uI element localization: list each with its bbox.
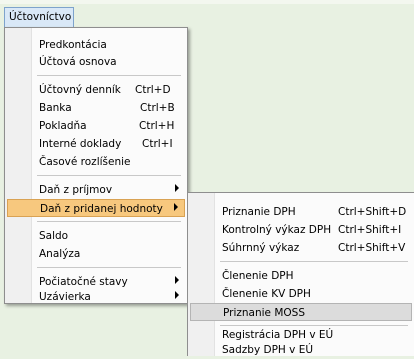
submenu-item-sadzby-dph-v-eu[interactable]: Sadzby DPH v EÚ — [190, 341, 412, 359]
menu-item-shortcut: Ctrl+Shift+I — [338, 224, 402, 236]
menu-item-pokladna[interactable]: Pokladňa Ctrl+H — [7, 117, 185, 135]
menu-item-label: Časové rozlíšenie — [39, 156, 131, 168]
submenu-item-priznanie-dph[interactable]: Priznanie DPH Ctrl+Shift+D — [190, 203, 412, 221]
menu-item-label: Pokladňa — [39, 120, 87, 132]
menu-item-uctovny-dennik[interactable]: Účtovný denník Ctrl+D — [7, 81, 185, 99]
submenu-item-clenenie-kv-dph[interactable]: Členenie KV DPH — [190, 285, 412, 303]
menu-item-casove-rozlisenie[interactable]: Časové rozlíšenie — [7, 153, 185, 171]
dph-submenu: Priznanie DPH Ctrl+Shift+D Kontrolný výk… — [187, 192, 414, 356]
menu-item-saldo[interactable]: Saldo — [7, 227, 185, 245]
menu-separator — [37, 75, 181, 76]
menu-item-shortcut: Ctrl+D — [135, 84, 171, 96]
submenu-arrow-icon — [174, 203, 178, 211]
menu-item-shortcut: Ctrl+B — [140, 102, 175, 114]
menu-separator — [37, 221, 181, 222]
menu-item-label: Analýza — [39, 248, 81, 260]
menu-item-shortcut: Ctrl+Shift+D — [338, 206, 407, 218]
menu-separator — [37, 267, 181, 268]
menu-item-label: Priznanie DPH — [222, 206, 296, 218]
submenu-arrow-icon — [175, 276, 179, 284]
menu-item-label: Saldo — [39, 230, 69, 242]
submenu-item-kontrolny-vykaz-dph[interactable]: Kontrolný výkaz DPH Ctrl+Shift+I — [190, 221, 412, 239]
menu-item-label: Priznanie MOSS — [223, 307, 306, 319]
submenu-item-clenenie-dph[interactable]: Členenie DPH — [190, 267, 412, 285]
menu-item-label: Členenie KV DPH — [222, 288, 311, 300]
menu-item-label: Členenie DPH — [222, 270, 294, 282]
menu-item-label: Daň z príjmov — [39, 184, 113, 196]
menu-item-shortcut: Ctrl+H — [139, 120, 175, 132]
submenu-arrow-icon — [175, 184, 179, 192]
submenu-item-suhrnny-vykaz[interactable]: Súhrnný výkaz Ctrl+Shift+V — [190, 239, 412, 257]
menu-item-label: Účtovný denník — [39, 84, 121, 96]
window-top-strip — [0, 0, 414, 4]
menubar-item-uctovnictvo[interactable]: Účtovníctvo — [4, 7, 74, 28]
menu-item-label: Daň z pridanej hodnoty — [40, 203, 163, 215]
menu-item-label: Uzávierka — [39, 291, 91, 303]
menu-item-label: Interné doklady — [39, 138, 122, 150]
menu-item-label: Registrácia DPH v EÚ — [222, 329, 334, 341]
menu-item-banka[interactable]: Banka Ctrl+B — [7, 99, 185, 117]
menu-item-label: Banka — [39, 102, 72, 114]
menu-item-analyza[interactable]: Analýza — [7, 245, 185, 263]
menu-item-shortcut: Ctrl+Shift+V — [338, 242, 406, 254]
menu-item-label: Sadzby DPH v EÚ — [222, 344, 314, 356]
menu-item-uctova-osnova[interactable]: Účtová osnova — [7, 53, 185, 71]
menu-item-label: Kontrolný výkaz DPH — [222, 224, 332, 236]
menu-item-shortcut: Ctrl+I — [142, 138, 173, 150]
menu-item-label: Predkontácia — [39, 39, 107, 51]
menu-item-predkontacia[interactable]: Predkontácia — [7, 36, 185, 54]
menu-item-dan-z-pridanej-hodnoty[interactable]: Daň z pridanej hodnoty — [7, 199, 185, 217]
menu-separator — [37, 175, 181, 176]
menu-item-label: Účtová osnova — [39, 56, 117, 68]
menu-item-dan-z-prijmov[interactable]: Daň z príjmov — [7, 181, 185, 199]
menu-item-uzavierka[interactable]: Uzávierka — [7, 288, 185, 306]
menu-separator — [220, 261, 408, 262]
main-dropdown-menu: Predkontácia Účtová osnova Účtovný denní… — [4, 27, 188, 304]
menu-item-label: Súhrnný výkaz — [222, 242, 300, 254]
submenu-item-priznanie-moss[interactable]: Priznanie MOSS — [190, 303, 412, 321]
menu-item-label: Počiatočné stavy — [39, 276, 128, 288]
menu-item-interne-doklady[interactable]: Interné doklady Ctrl+I — [7, 135, 185, 153]
submenu-arrow-icon — [175, 291, 179, 299]
